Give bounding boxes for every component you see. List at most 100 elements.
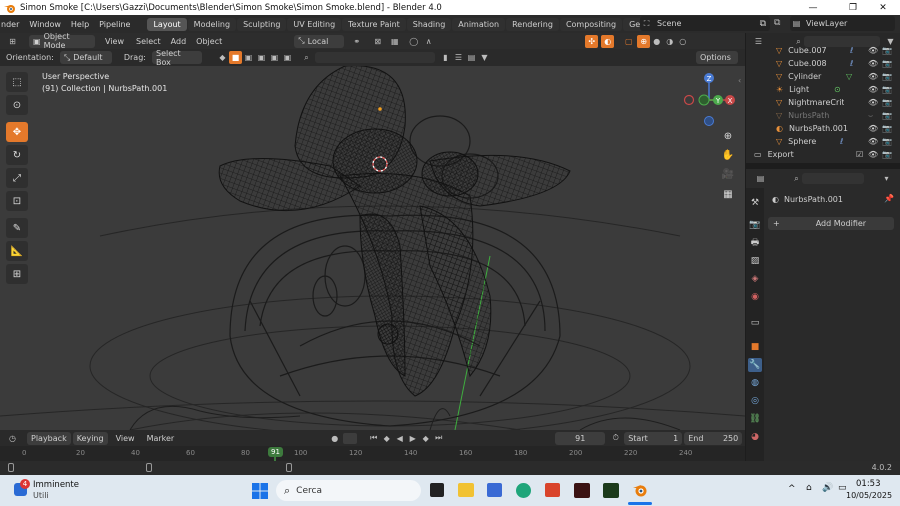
menu-render[interactable]: nder — [0, 20, 24, 29]
clock-date[interactable]: 10/05/2025 — [846, 491, 892, 500]
auto-key-toggle[interactable] — [343, 432, 358, 444]
visibility-eye-icon[interactable]: 👁 — [868, 124, 878, 133]
sidebar-toggle-icon[interactable]: ‹ — [738, 76, 741, 85]
maximize-button[interactable]: ❐ — [836, 0, 870, 15]
stopwatch-icon[interactable]: ⏱ — [609, 432, 622, 445]
select-box-tool-icon[interactable]: ⬚ — [6, 72, 28, 92]
snap-target-icon[interactable]: ▦ — [388, 35, 401, 48]
navigation-gizmo[interactable]: Z X Y — [682, 72, 742, 132]
orientation-select[interactable]: ⤡ Default — [59, 51, 112, 64]
proportional-edit-icon[interactable]: ◯ — [407, 35, 420, 48]
outliner-item[interactable]: ▽ Cube.007 ℓ 👁 📷 — [746, 44, 900, 57]
checkbox-icon[interactable]: ☑ — [856, 150, 863, 159]
material-shading-icon[interactable]: ◑ — [663, 35, 676, 48]
menu-object[interactable]: Object — [196, 37, 222, 46]
visibility-hidden-icon[interactable]: ⌣ — [868, 111, 873, 121]
pivot-icon[interactable]: ⚭ — [350, 35, 363, 48]
render-camera-icon[interactable]: 📷 — [882, 137, 892, 146]
transform-tool-icon[interactable]: ⊡ — [6, 191, 28, 211]
jump-prev-keyframe-icon[interactable]: ◆ — [380, 432, 393, 445]
physics-tab-icon[interactable]: ◎ — [748, 394, 762, 408]
visibility-eye-icon[interactable]: 👁 — [868, 46, 878, 55]
keying-menu[interactable]: Keying — [72, 431, 108, 445]
measure-tool-icon[interactable]: 📐 — [6, 241, 28, 261]
collection-tab-icon[interactable]: ▭ — [748, 316, 762, 330]
filter-icon[interactable]: ▼ — [478, 51, 491, 64]
play-reverse-icon[interactable]: ◀ — [393, 432, 406, 445]
tool-tab-icon[interactable]: ⚒ — [748, 196, 762, 210]
render-camera-icon[interactable]: 📷 — [882, 98, 892, 107]
transform-orientation-select[interactable]: ⤡ Local — [294, 34, 345, 48]
view-layer-tab-icon[interactable]: ▨ — [748, 254, 762, 268]
pin-icon[interactable]: 📌 — [884, 194, 894, 203]
bookmark-icon[interactable]: ▮ — [439, 51, 452, 64]
render-camera-icon[interactable]: 📷 — [882, 46, 892, 55]
zoom-icon[interactable]: ⊕ — [720, 128, 736, 144]
scale-tool-icon[interactable]: ⤢ — [6, 168, 28, 188]
view-layer-icon[interactable]: ◆ — [216, 51, 229, 64]
tab-uv-editing[interactable]: UV Editing — [287, 17, 342, 31]
taskbar-search-box[interactable]: ⌕ Cerca — [276, 480, 421, 501]
blender-taskbar-icon[interactable] — [632, 482, 648, 498]
gizmo-toggle-icon[interactable]: ✣ — [585, 34, 599, 48]
menu-add[interactable]: Add — [171, 37, 187, 46]
rotate-tool-icon[interactable]: ↻ — [6, 145, 28, 165]
timeline-view-menu[interactable]: View — [116, 434, 135, 443]
menu-window[interactable]: Window — [24, 20, 66, 29]
menu-help[interactable]: Help — [66, 20, 94, 29]
filter-list-icon[interactable]: ☰ — [452, 51, 465, 64]
render-camera-icon[interactable]: 📷 — [882, 111, 892, 120]
volume-icon[interactable]: 🔊 — [822, 483, 833, 493]
render-camera-icon[interactable]: 📷 — [882, 124, 892, 133]
particles-tab-icon[interactable]: ◍ — [748, 376, 762, 390]
tab-sculpting[interactable]: Sculpting — [237, 17, 287, 31]
viewlayer-selector[interactable]: ▤ ViewLayer — [790, 16, 895, 31]
wireframe-shading-icon[interactable]: ⊕ — [637, 34, 651, 48]
game-app-icon[interactable] — [574, 483, 590, 498]
close-button[interactable]: ✕ — [866, 0, 900, 15]
annotate-tool-icon[interactable]: ✎ — [6, 218, 28, 238]
tab-compositing[interactable]: Compositing — [559, 17, 623, 31]
tray-chevron-icon[interactable]: ^ — [788, 484, 796, 494]
record-keyframe-icon[interactable]: ● — [328, 432, 341, 445]
ortho-grid-icon[interactable]: ▦ — [720, 186, 736, 202]
outliner-item[interactable]: ▽ NurbsPath ⌣ 📷 — [746, 109, 900, 122]
overlay-toggle-icon[interactable]: ◐ — [601, 34, 615, 48]
3d-viewport[interactable]: User Perspective (91) Collection | Nurbs… — [0, 66, 745, 430]
display-mode-icon[interactable]: ▤ — [465, 51, 478, 64]
material-tab-icon[interactable]: ◕ — [748, 430, 762, 444]
visibility-eye-icon[interactable]: 👁 — [868, 59, 878, 68]
store-icon[interactable] — [487, 483, 502, 497]
menu-view[interactable]: View — [105, 37, 124, 46]
tab-animation[interactable]: Animation — [452, 17, 506, 31]
visibility-eye-icon[interactable]: 👁 — [868, 137, 878, 146]
camera-icon[interactable]: 🎥 — [720, 166, 736, 182]
properties-search-field[interactable] — [802, 173, 864, 184]
visibility-eye-icon[interactable]: 👁 — [868, 85, 878, 94]
timeline-ruler[interactable]: 0 20 40 60 80 91 100 120 140 160 180 200… — [0, 446, 745, 461]
network-icon[interactable]: ⌂ — [806, 483, 812, 493]
file-explorer-icon[interactable] — [458, 483, 474, 497]
search-icon[interactable]: ⌕ — [300, 51, 313, 64]
timeline-editor-icon[interactable]: ◷ — [6, 432, 19, 445]
jump-end-icon[interactable]: ⏭ — [432, 432, 445, 445]
rendered-shading-icon[interactable]: ○ — [676, 35, 689, 48]
options-button[interactable]: Options — [696, 51, 738, 64]
snap-icon[interactable]: ⊠ — [371, 35, 384, 48]
move-tool-icon[interactable]: ✥ — [6, 122, 28, 142]
render-camera-icon[interactable]: 📷 — [882, 150, 892, 159]
cursor-tool-icon[interactable]: ⊙ — [6, 95, 28, 115]
timeline-marker-menu[interactable]: Marker — [147, 434, 175, 443]
weather-title[interactable]: Imminente — [33, 480, 79, 490]
select-intersect-icon[interactable]: ▣ — [281, 51, 294, 64]
outliner-item[interactable]: ▽ Cube.008 ℓ 👁 📷 — [746, 57, 900, 70]
menu-select[interactable]: Select — [136, 37, 161, 46]
editor-type-icon[interactable]: ⊞ — [6, 35, 19, 48]
output-tab-icon[interactable]: 🖶 — [748, 236, 762, 250]
jump-next-keyframe-icon[interactable]: ◆ — [419, 432, 432, 445]
visibility-eye-icon[interactable]: 👁 — [868, 72, 878, 81]
render-camera-icon[interactable]: 📷 — [882, 85, 892, 94]
tab-modeling[interactable]: Modeling — [187, 17, 237, 31]
outliner-collection[interactable]: ▭ Export ☑ 👁 📷 — [746, 148, 900, 161]
scene-tab-icon[interactable]: ◈ — [748, 272, 762, 286]
